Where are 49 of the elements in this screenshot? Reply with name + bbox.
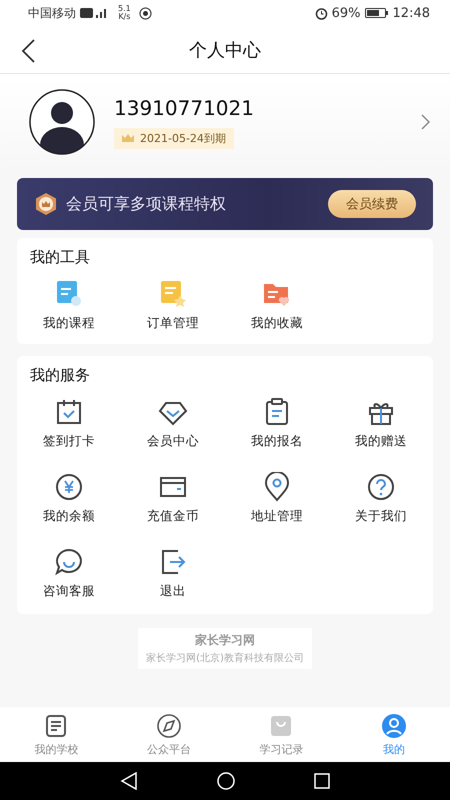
expiry-date: 2021-05-24到期 [140,130,226,146]
tool-item[interactable]: 我的收藏 [251,279,303,332]
calendar-check-icon [54,397,84,427]
yen-coin-icon [54,472,84,502]
help-icon [366,472,396,502]
clock-time: 12:48 [392,6,430,20]
service-item[interactable]: 签到打卡 [43,397,95,450]
service-item[interactable]: 关于我们 [355,472,407,525]
document-star-icon [158,279,188,309]
user-icon [380,712,407,738]
logo-name: 家长学习网 [195,632,255,649]
tool-item[interactable]: 订单管理 [147,279,199,332]
tab-item[interactable]: 学习记录 [225,707,338,762]
location-pin-icon [262,472,292,502]
compass-icon [156,712,182,738]
section-title: 我的工具 [30,248,91,267]
service-item[interactable]: 我的报名 [251,397,303,450]
renew-button[interactable]: 会员续费 [328,190,416,218]
phone-number: 13910771021 [114,96,255,120]
service-item[interactable]: 我的赠送 [355,397,407,450]
back-icon[interactable] [20,39,36,63]
service-item[interactable]: 退出 [158,547,188,600]
battery-percent: 69% [332,6,361,20]
service-item[interactable]: 充值金币 [147,472,199,525]
banner-text: 会员可享多项课程特权 [66,194,227,214]
company-name: 家长学习网(北京)教育科技有限公司 [146,652,304,665]
service-item[interactable]: 我的余额 [43,472,95,525]
service-item[interactable]: 会员中心 [147,397,199,450]
crown-badge-icon [34,192,58,216]
carrier-name: 中国移动 [28,7,76,19]
tab-item[interactable]: 我的学校 [0,707,112,762]
home-nav-icon[interactable] [216,772,235,790]
page-title: 个人中心 [189,38,261,62]
crown-icon [122,134,134,142]
section-title: 我的服务 [30,366,91,385]
service-item[interactable]: 地址管理 [251,472,303,525]
alarm-icon [314,6,328,20]
chat-bubble-icon [54,547,84,577]
book-icon [54,279,84,309]
tool-item[interactable]: 我的课程 [43,279,95,332]
shield-icon [138,6,152,20]
chevron-right-icon[interactable] [421,114,430,130]
service-item[interactable]: 咨询客服 [43,547,95,600]
network-speed: 5.1 [118,5,131,13]
recent-apps-icon[interactable] [314,773,330,789]
battery-icon [364,7,389,19]
speed-unit: K/s [118,13,130,21]
back-nav-icon[interactable] [120,772,138,790]
tab-item[interactable]: 公众平台 [112,707,225,762]
